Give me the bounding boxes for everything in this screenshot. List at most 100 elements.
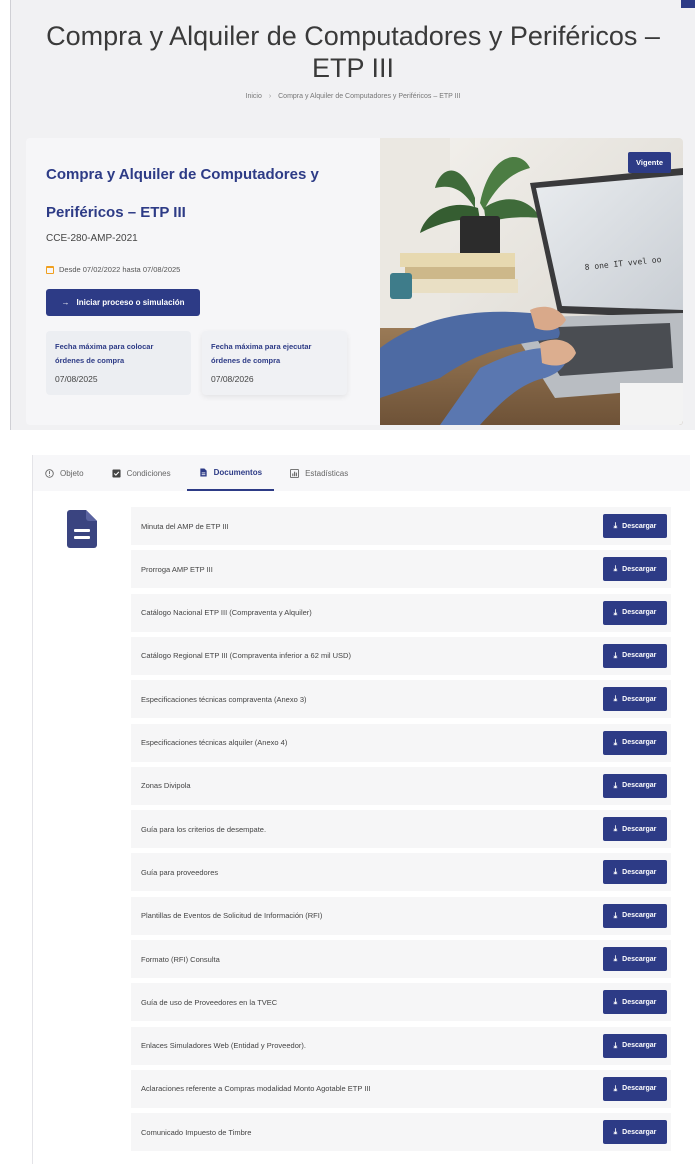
download-label: Descargar (622, 998, 657, 1006)
download-button[interactable]: ⤓ Descargar (603, 730, 667, 755)
deadline-value: 07/08/2026 (211, 374, 254, 384)
download-button[interactable]: ⤓ Descargar (603, 1120, 667, 1145)
status-badge: Vigente (628, 152, 671, 173)
tab-condiciones[interactable]: Condiciones (100, 455, 183, 491)
download-label: Descargar (622, 652, 657, 660)
page-title: Compra y Alquiler de Computadores y Peri… (46, 21, 660, 83)
download-label: Descargar (622, 955, 657, 963)
download-icon: ⤓ (613, 737, 618, 747)
tab-label: Documentos (213, 467, 263, 477)
document-row: Aclaraciones referente a Compras modalid… (131, 1069, 671, 1108)
agreement-card: Compra y Alquiler de Computadores y Peri… (26, 138, 683, 425)
document-icon (199, 467, 207, 477)
tab-estadisticas[interactable]: Estadísticas (278, 455, 360, 491)
download-button[interactable]: ⤓ Descargar (603, 947, 667, 971)
laptop-photo: 8 one IT vvel oo Vigente (380, 138, 683, 425)
breadcrumb-separator-icon: › (268, 93, 272, 100)
document-row: Comunicado Impuesto de Timbre ⤓ Descargar (131, 1113, 671, 1152)
document-name: Aclaraciones referente a Compras modalid… (141, 1084, 371, 1094)
download-button[interactable]: ⤓ Descargar (603, 903, 667, 928)
document-row: Guía de uso de Proveedores en la TVEC ⤓ De… (131, 983, 671, 1022)
tab-bar: Objeto Condiciones Documentos Estadístic… (33, 455, 690, 491)
breadcrumb: Inicio › Compra y Alquiler de Computador… (11, 93, 695, 100)
document-row: Formato (RFI) Consulta ⤓ Descargar (131, 940, 671, 978)
document-row: Catálogo Regional ETP III (Compraventa i… (131, 636, 671, 675)
arrow-right-icon: → (61, 298, 70, 307)
document-row: Enlaces Simuladores Web (Entidad y Prove… (131, 1026, 671, 1065)
download-icon: ⤓ (613, 694, 618, 704)
download-icon: ⤓ (613, 910, 618, 920)
document-row: Catálogo Nacional ETP III (Compraventa y… (131, 593, 671, 632)
download-button[interactable]: ⤓ Descargar (603, 773, 667, 798)
document-name: Prorroga AMP ETP III (141, 564, 213, 574)
download-button[interactable]: ⤓ Descargar (603, 687, 667, 712)
download-icon: ⤓ (613, 997, 618, 1007)
download-button[interactable]: ⤓ Descargar (603, 1033, 667, 1058)
download-label: Descargar (622, 1042, 657, 1050)
document-row: Plantillas de Eventos de Solicitud de In… (131, 896, 671, 935)
agreement-code: CCE-280-AMP-2021 (46, 233, 138, 244)
download-icon: ⤓ (613, 780, 618, 790)
download-label: Descargar (622, 609, 657, 617)
download-button[interactable]: ⤓ Descargar (603, 514, 667, 538)
deadline-place-orders: Fecha máxima para colocar órdenes de com… (46, 331, 191, 395)
download-label: Descargar (622, 1085, 657, 1093)
document-name: Especificaciones técnicas alquiler (Anex… (141, 738, 288, 747)
calendar-icon (46, 265, 54, 274)
chart-icon (290, 468, 300, 478)
document-row: Prorroga AMP ETP III ⤓ Descargar (131, 550, 671, 589)
corner-indicator (681, 0, 695, 8)
deadline-execute-orders: Fecha máxima para ejecutar órdenes de co… (202, 331, 347, 395)
download-button[interactable]: ⤓ Descargar (603, 817, 667, 842)
download-icon: ⤓ (613, 607, 618, 617)
document-name: Guía para los criterios de desempate. (141, 824, 267, 834)
download-label: Descargar (622, 695, 657, 703)
checkbox-icon (112, 468, 121, 478)
download-button[interactable]: ⤓ Descargar (603, 643, 667, 668)
documents-panel: Objeto Condiciones Documentos Estadístic… (32, 455, 690, 1164)
document-name: Guía para proveedores (141, 867, 219, 877)
date-range-text: Desde 07/02/2022 hasta 07/08/2025 (59, 265, 181, 274)
document-name: Guía de uso de Proveedores en la TVEC (141, 997, 278, 1007)
download-icon: ⤓ (613, 867, 618, 877)
breadcrumb-current: Compra y Alquiler de Computadores y Peri… (278, 93, 461, 100)
download-label: Descargar (622, 782, 657, 790)
document-name: Enlaces Simuladores Web (Entidad y Prove… (141, 1041, 306, 1051)
download-button[interactable]: ⤓ Descargar (603, 1076, 667, 1101)
download-label: Descargar (622, 868, 657, 876)
document-name: Comunicado Impuesto de Timbre (141, 1127, 252, 1137)
download-icon: ⤓ (613, 650, 618, 660)
deadline-value: 07/08/2025 (55, 374, 98, 384)
download-button[interactable]: ⤓ Descargar (603, 860, 667, 885)
document-row: Zonas Divipola ⤓ Descargar (131, 766, 671, 805)
download-label: Descargar (622, 912, 657, 920)
laptop-photo-illustration: 8 one IT vvel oo (380, 138, 683, 425)
document-name: Catálogo Regional ETP III (Compraventa i… (141, 651, 351, 661)
download-icon: ⤓ (613, 824, 618, 834)
breadcrumb-home-link[interactable]: Inicio (246, 93, 262, 100)
download-label: Descargar (622, 1128, 657, 1136)
tab-objeto[interactable]: Objeto (33, 455, 96, 491)
download-button[interactable]: ⤓ Descargar (603, 557, 667, 582)
start-process-button[interactable]: → Iniciar proceso o simulación (46, 289, 200, 316)
download-label: Descargar (622, 739, 657, 746)
document-name: Plantillas de Eventos de Solicitud de In… (141, 911, 323, 921)
download-button[interactable]: ⤓ Descargar (603, 600, 667, 625)
download-button[interactable]: ⤓ Descargar (603, 990, 667, 1015)
document-name: Formato (RFI) Consulta (141, 954, 220, 964)
download-icon: ⤓ (613, 564, 618, 574)
tab-documentos[interactable]: Documentos (186, 455, 275, 491)
tab-label: Objeto (60, 468, 84, 478)
download-label: Descargar (622, 565, 657, 573)
tab-label: Estadísticas (305, 468, 349, 478)
start-process-label: Iniciar proceso o simulación (76, 298, 185, 307)
download-icon: ⤓ (613, 1083, 618, 1093)
document-row: Guía para proveedores ⤓ Descargar (131, 853, 671, 892)
download-label: Descargar (622, 825, 657, 833)
deadline-label: Fecha máxima para colocar órdenes de com… (55, 342, 154, 365)
card-title: Compra y Alquiler de Computadores y Peri… (46, 166, 319, 221)
tab-label: Condiciones (126, 468, 171, 478)
file-document-icon (67, 510, 97, 548)
download-icon: ⤓ (613, 1040, 618, 1050)
download-icon: ⤓ (613, 1127, 618, 1137)
